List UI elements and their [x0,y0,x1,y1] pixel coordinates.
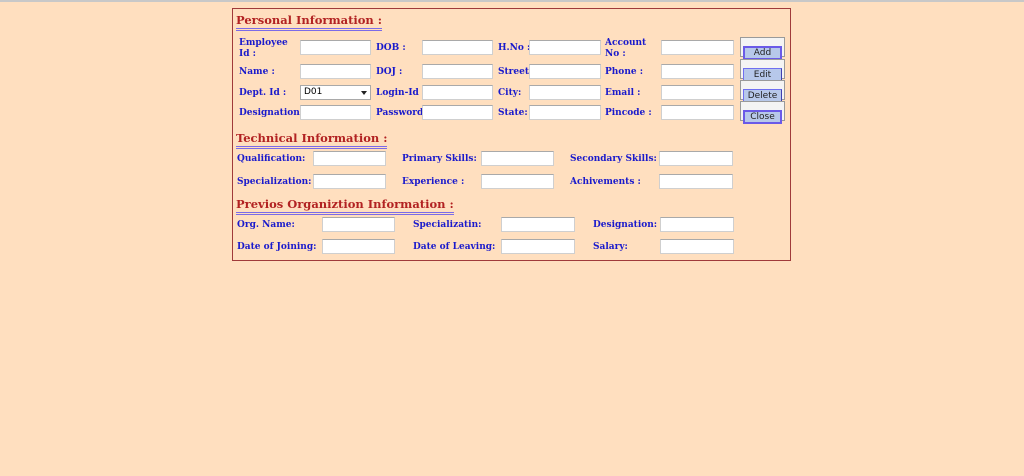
secondary-skills-input[interactable] [659,151,733,166]
delete-button-frame: Delete [740,80,785,103]
employee-id-label: Employee Id : [239,38,288,59]
designation-input[interactable] [300,105,371,120]
password-input[interactable] [422,105,493,120]
doj-input[interactable] [422,64,493,79]
dept-id-selected-value: D01 [304,87,323,97]
prev-specialization-label: Specializatin: [413,220,482,230]
hno-input[interactable] [529,40,601,55]
experience-label: Experience : [402,177,465,187]
city-input[interactable] [529,85,601,100]
employee-form-panel: Personal Information : Employee Id : DOB… [232,8,791,261]
date-of-leaving-input[interactable] [501,239,575,254]
browser-top-border [0,0,1024,2]
experience-input[interactable] [481,174,554,189]
primary-skills-label: Primary Skills: [402,154,477,164]
date-of-joining-label: Date of Joining: [237,242,317,252]
org-name-label: Org. Name: [237,220,295,230]
add-button[interactable]: Add [743,46,782,60]
login-id-label: Login-Id : [376,88,426,98]
achievements-label: Achivements : [570,177,641,187]
account-no-label: Account No : [605,38,647,59]
designation-label: Designation : [239,108,307,118]
email-input[interactable] [661,85,734,100]
salary-label: Salary: [593,242,628,252]
state-label: State: [498,108,528,118]
pincode-input[interactable] [661,105,734,120]
chevron-down-icon [361,91,367,95]
personal-info-title: Personal Information : [236,14,383,31]
login-id-input[interactable] [422,85,493,100]
hno-label: H.No : [498,43,531,53]
prev-designation-label: Designation: [593,220,658,230]
edit-button-frame: Edit [740,59,785,82]
account-no-input[interactable] [661,40,734,55]
dob-label: DOB : [376,43,406,53]
prev-designation-input[interactable] [660,217,734,232]
org-name-input[interactable] [322,217,395,232]
prev-specialization-input[interactable] [501,217,575,232]
doj-label: DOJ : [376,67,403,77]
technical-info-title: Technical Information : [236,132,388,149]
salary-input[interactable] [660,239,734,254]
dept-id-select[interactable]: D01 [300,85,371,100]
specialization-label: Specialization: [237,177,312,187]
primary-skills-input[interactable] [481,151,554,166]
close-button[interactable]: Close [743,110,782,124]
pincode-label: Pincode : [605,108,652,118]
city-label: City: [498,88,522,98]
previous-org-info-title: Previos Organiztion Information : [236,198,454,215]
date-of-leaving-label: Date of Leaving: [413,242,496,252]
date-of-joining-input[interactable] [322,239,395,254]
dob-input[interactable] [422,40,493,55]
phone-input[interactable] [661,64,734,79]
secondary-skills-label: Secondary Skills: [570,154,657,164]
phone-label: Phone : [605,67,644,77]
employee-id-input[interactable] [300,40,371,55]
specialization-input[interactable] [313,174,386,189]
email-label: Email : [605,88,641,98]
street-input[interactable] [529,64,601,79]
dept-id-label: Dept. Id : [239,88,287,98]
qualification-label: Qualification: [237,154,306,164]
add-button-frame: Add [740,37,785,60]
name-input[interactable] [300,64,371,79]
state-input[interactable] [529,105,601,120]
qualification-input[interactable] [313,151,386,166]
achievements-input[interactable] [659,174,733,189]
close-button-frame: Close [740,101,785,124]
name-label: Name : [239,67,275,77]
password-label: Password: [376,108,427,118]
street-label: Street: [498,67,533,77]
